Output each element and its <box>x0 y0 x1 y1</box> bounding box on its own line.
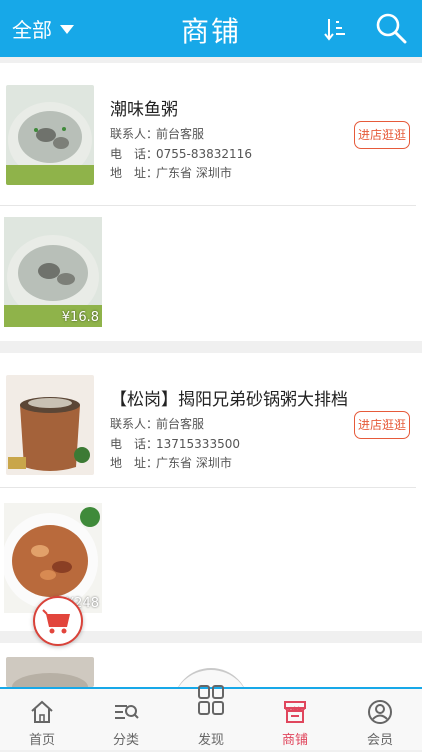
shop-icon <box>284 701 306 723</box>
tab-label: 首页 <box>28 733 55 748</box>
search-icon[interactable] <box>375 12 407 44</box>
address-value: 广东省 深圳市 <box>156 456 232 470</box>
tab-category[interactable]: 分类 <box>84 689 168 752</box>
cart-icon <box>42 609 70 634</box>
shop-thumbnail[interactable] <box>6 85 94 185</box>
product-price: ¥16.8 <box>61 310 99 325</box>
divider <box>0 205 416 206</box>
tab-label: 商铺 <box>281 733 308 748</box>
phone-key: 电 话： <box>110 147 159 161</box>
contact-value: 前台客服 <box>156 417 205 431</box>
product-thumbnail[interactable]: ¥16.8 <box>4 217 102 327</box>
shop-address: 地 址：广东省 深圳市 <box>110 164 232 181</box>
tab-home[interactable]: 首页 <box>0 689 84 752</box>
shop-card: 潮味鱼粥 联系人：前台客服 电 话：0755-83832116 地 址：广东省 … <box>0 63 422 341</box>
top-bar: 全部 商铺 <box>0 0 422 57</box>
user-icon <box>368 700 392 724</box>
contact-key: 联系人： <box>110 417 159 431</box>
shop-name[interactable]: 【松岗】揭阳兄弟砂锅粥大排档 <box>110 385 348 410</box>
grid-icon <box>198 685 224 715</box>
shop-phone: 电 话：0755-83832116 <box>110 145 252 162</box>
sort-icon[interactable] <box>323 16 347 42</box>
shop-contact: 联系人：前台客服 <box>110 125 204 142</box>
shop-address: 地 址：广东省 深圳市 <box>110 454 232 471</box>
tab-member[interactable]: 会员 <box>338 689 422 752</box>
shop-phone: 电 话：13715333500 <box>110 435 240 452</box>
phone-value: 13715333500 <box>156 437 240 451</box>
tab-discover[interactable]: 发现 <box>169 685 253 752</box>
tab-label: 发现 <box>197 733 224 748</box>
shop-row[interactable]: 潮味鱼粥 联系人：前台客服 电 话：0755-83832116 地 址：广东省 … <box>0 63 422 205</box>
visit-store-button[interactable]: 进店逛逛 <box>354 121 410 149</box>
contact-key: 联系人： <box>110 127 159 141</box>
tab-shops[interactable]: 商铺 <box>253 689 337 752</box>
divider <box>0 487 416 488</box>
shop-thumbnail[interactable] <box>6 375 94 475</box>
shop-contact: 联系人：前台客服 <box>110 415 204 432</box>
shop-list: 潮味鱼粥 联系人：前台客服 电 话：0755-83832116 地 址：广东省 … <box>0 57 422 687</box>
cart-button[interactable] <box>33 596 83 646</box>
shop-name[interactable]: 潮味鱼粥 <box>110 95 178 120</box>
bottom-tab-bar: 首页 分类 发现 商铺 会员 <box>0 685 422 752</box>
phone-value: 0755-83832116 <box>156 147 252 161</box>
address-key: 地 址： <box>110 166 159 180</box>
address-key: 地 址： <box>110 456 159 470</box>
contact-value: 前台客服 <box>156 127 205 141</box>
shop-thumbnail[interactable] <box>6 657 94 687</box>
shop-card: 【松岗】揭阳兄弟砂锅粥大排档 联系人：前台客服 电 话：13715333500 … <box>0 353 422 631</box>
shop-row[interactable]: 【松岗】揭阳兄弟砂锅粥大排档 联系人：前台客服 电 话：13715333500 … <box>0 353 422 495</box>
visit-store-button[interactable]: 进店逛逛 <box>354 411 410 439</box>
tab-label: 会员 <box>366 733 393 748</box>
phone-key: 电 话： <box>110 437 159 451</box>
home-icon <box>31 700 53 723</box>
address-value: 广东省 深圳市 <box>156 166 232 180</box>
category-icon <box>115 705 139 719</box>
page-title: 商铺 <box>180 15 241 48</box>
tab-label: 分类 <box>112 733 139 748</box>
